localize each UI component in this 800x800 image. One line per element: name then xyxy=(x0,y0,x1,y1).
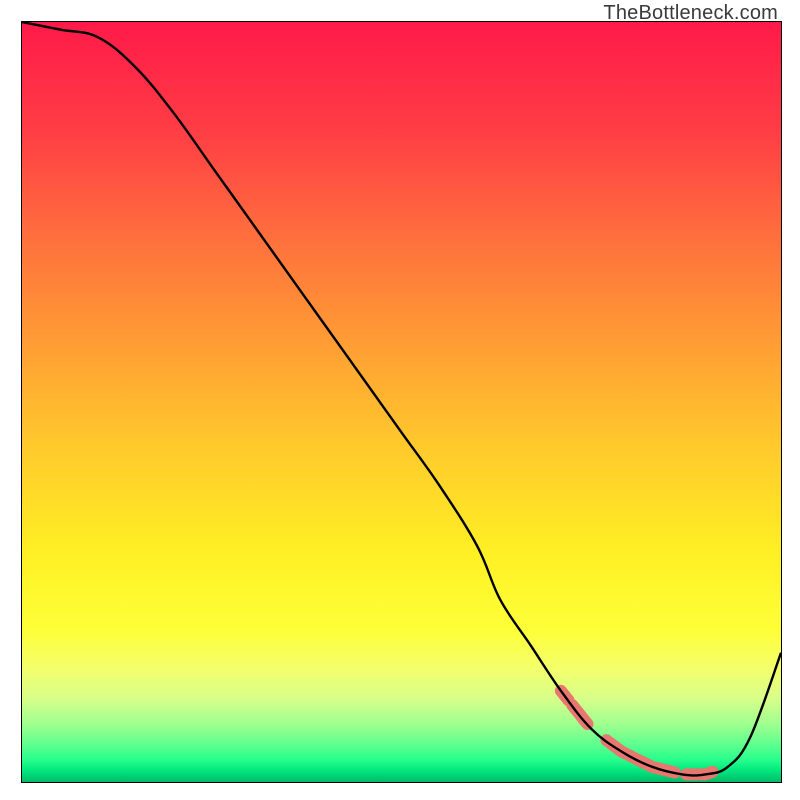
bottleneck-curve-path xyxy=(22,22,781,775)
plot-area xyxy=(21,21,782,783)
chart-container: TheBottleneck.com xyxy=(0,0,800,800)
highlight-group xyxy=(561,691,713,775)
curve-svg xyxy=(22,22,781,782)
